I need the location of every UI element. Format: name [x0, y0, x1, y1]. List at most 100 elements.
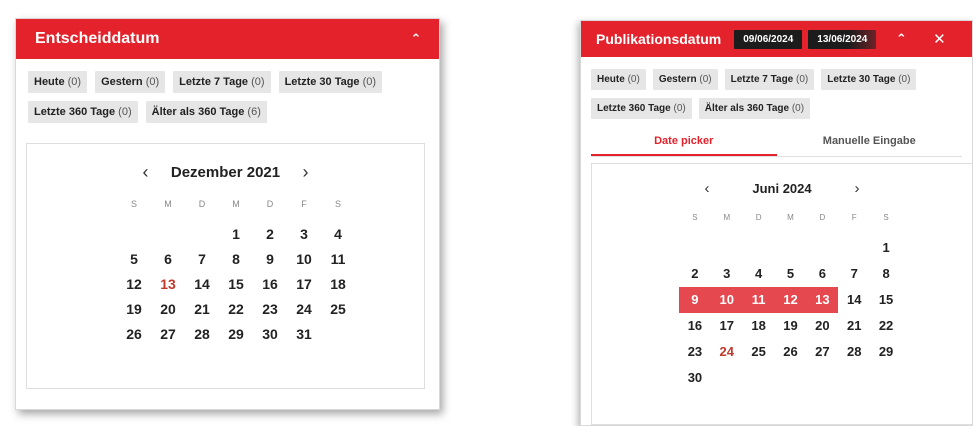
chip-count: (0)	[898, 74, 911, 85]
calendar-day[interactable]: 2	[253, 222, 287, 247]
calendar-day[interactable]: 23	[679, 339, 711, 365]
calendar-day[interactable]: 14	[838, 287, 870, 313]
calendar-empty-cell	[806, 235, 838, 261]
calendar-day[interactable]: 8	[870, 261, 902, 287]
date-from-badge[interactable]: 09/06/2024	[734, 29, 803, 49]
calendar-day[interactable]: 30	[679, 365, 711, 391]
calendar-day[interactable]: 29	[870, 339, 902, 365]
calendar-day[interactable]: 6	[151, 247, 185, 272]
calendar-day[interactable]: 24	[287, 297, 321, 322]
calendar-day[interactable]: 17	[287, 272, 321, 297]
chevron-left-icon[interactable]: ‹	[131, 162, 161, 183]
calendar-month-label: Juni 2024	[752, 181, 812, 196]
calendar-day[interactable]: 1	[870, 235, 902, 261]
calendar-day[interactable]: 15	[870, 287, 902, 313]
calendar-day[interactable]: 4	[321, 222, 355, 247]
chevron-up-icon[interactable]: ⌃	[886, 21, 916, 57]
chip-letzte-30-tage[interactable]: Letzte 30 Tage (0)	[821, 69, 917, 90]
calendar-day[interactable]: 10	[710, 287, 743, 313]
calendar-day[interactable]: 4	[743, 261, 775, 287]
calendar-day[interactable]: 16	[679, 313, 711, 339]
panel-header[interactable]: Entscheiddatum ⌃	[16, 19, 439, 59]
chip-count: (0)	[791, 103, 805, 114]
chip-heute[interactable]: Heute (0)	[591, 69, 646, 90]
calendar-day[interactable]: 10	[287, 247, 321, 272]
weekday-label: M	[232, 199, 240, 209]
close-icon[interactable]: ✕	[924, 21, 954, 57]
weekday-label: M	[723, 213, 731, 222]
calendar-day[interactable]: 30	[253, 322, 287, 347]
chevron-right-icon[interactable]: ›	[291, 162, 321, 183]
calendar-day[interactable]: 20	[806, 313, 838, 339]
calendar-day[interactable]: 31	[287, 322, 321, 347]
calendar-day[interactable]: 3	[711, 261, 743, 287]
calendar-day[interactable]: 18	[743, 313, 775, 339]
calendar-day[interactable]: 2	[679, 261, 711, 287]
calendar-day[interactable]: 15	[219, 272, 253, 297]
chevron-left-icon[interactable]: ‹	[693, 180, 721, 197]
chip-count: (0)	[118, 106, 132, 118]
calendar-day[interactable]: 19	[117, 297, 151, 322]
calendar-day[interactable]: 9	[679, 287, 711, 313]
chip-aelter-als-360-tage[interactable]: Älter als 360 Tage (0)	[698, 98, 811, 119]
chip-letzte-360-tage[interactable]: Letzte 360 Tage (0)	[591, 98, 692, 119]
calendar-day[interactable]: 18	[321, 272, 355, 297]
calendar-day[interactable]: 11	[321, 247, 355, 272]
chip-letzte-7-tage[interactable]: Letzte 7 Tage (0)	[173, 71, 271, 93]
calendar-day[interactable]: 13	[806, 287, 839, 313]
calendar-day[interactable]: 21	[838, 313, 870, 339]
calendar-day[interactable]: 1	[219, 222, 253, 247]
chip-heute[interactable]: Heute (0)	[28, 71, 88, 93]
chip-label: Heute	[34, 76, 65, 88]
date-to-badge[interactable]: 13/06/2024	[808, 29, 877, 49]
calendar-day[interactable]: 3	[287, 222, 321, 247]
calendar-day[interactable]: 25	[321, 297, 355, 322]
calendar-day[interactable]: 20	[151, 297, 185, 322]
calendar-day[interactable]: 8	[219, 247, 253, 272]
chip-letzte-30-tage[interactable]: Letzte 30 Tage (0)	[278, 71, 383, 93]
calendar-day[interactable]: 14	[185, 272, 219, 297]
calendar-day[interactable]: 6	[806, 261, 838, 287]
chip-count: (6)	[247, 106, 261, 118]
chip-gestern[interactable]: Gestern (0)	[95, 71, 166, 93]
calendar-day[interactable]: 21	[185, 297, 219, 322]
calendar-day[interactable]: 22	[870, 313, 902, 339]
chip-gestern[interactable]: Gestern (0)	[652, 69, 718, 90]
chevron-right-icon[interactable]: ›	[843, 180, 871, 197]
calendar-day[interactable]: 25	[743, 339, 775, 365]
calendar-day[interactable]: 26	[117, 322, 151, 347]
calendar-day[interactable]: 11	[742, 287, 775, 313]
calendar-day[interactable]: 5	[117, 247, 151, 272]
chevron-up-icon[interactable]: ⌃	[407, 31, 425, 47]
calendar-day[interactable]: 13	[151, 272, 185, 297]
calendar-day[interactable]: 12	[117, 272, 151, 297]
calendar-empty-cell	[185, 222, 219, 247]
calendar-day[interactable]: 28	[838, 339, 870, 365]
chip-count: (0)	[673, 103, 686, 114]
chip-letzte-360-tage[interactable]: Letzte 360 Tage (0)	[28, 101, 138, 123]
calendar-day[interactable]: 7	[185, 247, 219, 272]
calendar-day[interactable]: 27	[151, 322, 185, 347]
chip-letzte-7-tage[interactable]: Letzte 7 Tage (0)	[724, 69, 815, 90]
calendar-day[interactable]: 28	[185, 322, 219, 347]
calendar-day[interactable]: 7	[838, 261, 870, 287]
calendar-day[interactable]: 16	[253, 272, 287, 297]
calendar-nav: ‹ Dezember 2021 ›	[27, 162, 424, 183]
tab-manuelle-eingabe[interactable]: Manuelle Eingabe	[777, 135, 963, 156]
quick-range-chips: Heute (0) Gestern (0) Letzte 7 Tage (0) …	[16, 59, 439, 123]
chip-aelter-als-360-tage[interactable]: Älter als 360 Tage (6)	[145, 101, 267, 123]
calendar-day[interactable]: 5	[775, 261, 807, 287]
calendar-day[interactable]: 19	[775, 313, 807, 339]
calendar-day[interactable]: 26	[775, 339, 807, 365]
calendar-day[interactable]: 17	[711, 313, 743, 339]
calendar-day[interactable]: 24	[711, 339, 743, 365]
calendar-day[interactable]: 9	[253, 247, 287, 272]
chip-count: (0)	[362, 76, 377, 88]
calendar-day[interactable]: 12	[774, 287, 807, 313]
calendar-day[interactable]: 27	[806, 339, 838, 365]
tab-date-picker[interactable]: Date picker	[591, 135, 777, 156]
calendar-day[interactable]: 22	[219, 297, 253, 322]
calendar-day[interactable]: 23	[253, 297, 287, 322]
calendar-day[interactable]: 29	[219, 322, 253, 347]
calendar-empty-cell	[711, 235, 743, 261]
